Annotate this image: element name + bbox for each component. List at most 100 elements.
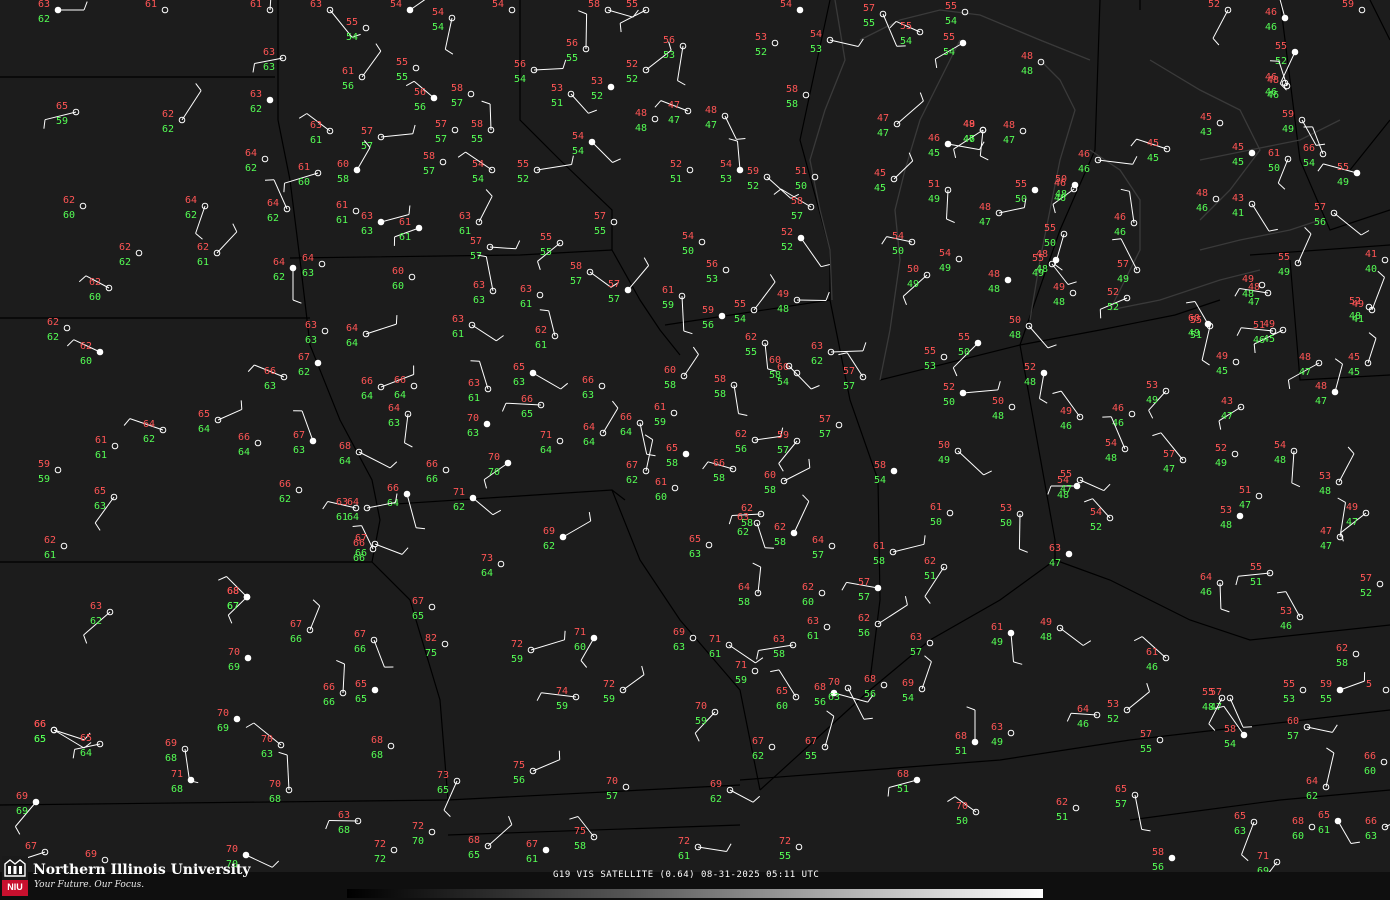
temperature-label: 68: [339, 441, 351, 452]
station-plot: 61: [145, 0, 169, 14]
dewpoint-label: 58: [664, 380, 676, 391]
wind-barb-flag-icon: [14, 826, 21, 835]
station-plot: 5857: [423, 151, 447, 177]
wind-barb-flag-icon: [401, 547, 409, 555]
dewpoint-label: 64: [346, 338, 358, 349]
wind-barb-flag-icon: [862, 342, 867, 352]
temperature-label: 48: [635, 108, 647, 119]
wind-barb-flag-icon: [508, 816, 513, 825]
temperature-label: 52: [626, 59, 638, 70]
temperature-label: 58: [588, 0, 600, 10]
dewpoint-label: 62: [1306, 791, 1318, 802]
station-plot: 5757: [435, 119, 459, 145]
wind-barb-icon: [729, 789, 754, 803]
temperature-label: 58: [791, 196, 803, 207]
dewpoint-label: 48: [1053, 297, 1065, 308]
dewpoint-label: 69: [228, 662, 240, 673]
dewpoint-label: 48: [1105, 453, 1117, 464]
dewpoint-label: 54: [472, 174, 484, 185]
dewpoint-label: 62: [626, 475, 638, 486]
wind-barb-icon: [485, 256, 494, 292]
station-plot: 7556: [513, 750, 561, 786]
temperature-label: 56: [566, 38, 578, 49]
dewpoint-label: 50: [1268, 163, 1280, 174]
station-plot: 5448: [1274, 440, 1301, 488]
dewpoint-label: 43: [1200, 127, 1212, 138]
sky-cover-icon: [1308, 823, 1316, 831]
dewpoint-label: 52: [1090, 522, 1102, 533]
temperature-label: 54: [472, 159, 484, 170]
temperature-label: 67: [290, 619, 302, 630]
wind-barb-flag-icon: [66, 339, 75, 347]
dewpoint-label: 53: [924, 361, 936, 372]
dewpoint-label: 62: [143, 434, 155, 445]
dewpoint-label: 60: [776, 701, 788, 712]
dewpoint-label: 48: [1202, 702, 1214, 713]
station-plot: 6161: [336, 200, 360, 226]
temperature-label: 52: [943, 382, 955, 393]
wind-barb-flag-icon: [247, 364, 255, 372]
sky-cover-icon: [79, 202, 87, 210]
station-plot: 4545: [1348, 332, 1377, 378]
temperature-label: 60: [764, 470, 776, 481]
temperature-label: 61: [250, 0, 262, 10]
station-plot: 4747: [654, 100, 692, 126]
sky-cover-icon: [390, 846, 398, 854]
wind-barb-flag-icon: [919, 92, 924, 102]
temperature-label: 56: [663, 35, 675, 46]
dewpoint-label: 56: [513, 775, 525, 786]
station-plot: 6446: [1200, 572, 1230, 613]
temperature-label: 63: [773, 634, 785, 645]
wind-barb-flag-icon: [1146, 683, 1150, 692]
dewpoint-label: 54: [1224, 739, 1236, 750]
dewpoint-label: 60: [89, 292, 101, 303]
wind-barb-flag-icon: [1141, 828, 1151, 832]
temperature-label: 50: [938, 440, 950, 451]
temperature-label: 57: [843, 366, 855, 377]
dewpoint-label: 45: [1348, 367, 1360, 378]
temperature-label: 73: [481, 553, 493, 564]
dewpoint-label: 52: [517, 174, 529, 185]
wind-barb-flag-icon: [726, 843, 732, 852]
temperature-label: 63: [38, 0, 50, 10]
station-plot: 5755: [1140, 729, 1164, 755]
dewpoint-label: 64: [347, 512, 359, 523]
wind-barb-flag-icon: [802, 494, 810, 502]
wind-barb-flag-icon: [375, 43, 382, 52]
sky-cover-icon: [556, 437, 564, 445]
station-plot: 5757: [470, 236, 521, 262]
sky-cover-icon: [1168, 854, 1176, 862]
dewpoint-label: 47: [1163, 464, 1175, 475]
sky-cover-icon: [1128, 410, 1136, 418]
dewpoint-label: 62: [279, 494, 291, 505]
station-plot: 6868: [371, 735, 395, 761]
wind-barb-icon: [1134, 794, 1143, 830]
station-plot: 7159: [735, 660, 759, 686]
station-plot: 6462: [264, 179, 291, 224]
station-plot: 7261: [678, 836, 732, 862]
dewpoint-label: 54: [943, 47, 955, 58]
dewpoint-label: 46: [1078, 164, 1090, 175]
sky-cover-icon: [671, 484, 679, 492]
station-plot: 6156: [342, 43, 382, 92]
temperature-label: 69: [16, 791, 28, 802]
dewpoint-label: 47: [1299, 367, 1311, 378]
station-plot: 5352: [591, 76, 615, 102]
wind-barb-flag-icon: [1013, 661, 1023, 665]
dewpoint-label: 60: [655, 492, 667, 503]
temperature-label: 50: [1055, 174, 1067, 185]
temperature-label: 70: [261, 734, 273, 745]
temperature-label: 63: [361, 211, 373, 222]
dewpoint-label: 45: [1216, 366, 1228, 377]
station-plot: 6368: [325, 810, 362, 836]
dewpoint-label: 58: [574, 841, 586, 852]
temperature-label: 53: [1107, 699, 1119, 710]
sky-cover-icon: [187, 776, 195, 784]
station-plot: 5653: [663, 35, 687, 86]
station-plot: 6464: [346, 315, 398, 349]
sky-cover-icon: [1072, 804, 1080, 812]
temperature-label: 57: [1140, 729, 1152, 740]
wind-barb-flag-icon: [953, 148, 957, 159]
station-plot: 4948: [1053, 282, 1077, 308]
sky-cover-icon: [60, 542, 68, 550]
